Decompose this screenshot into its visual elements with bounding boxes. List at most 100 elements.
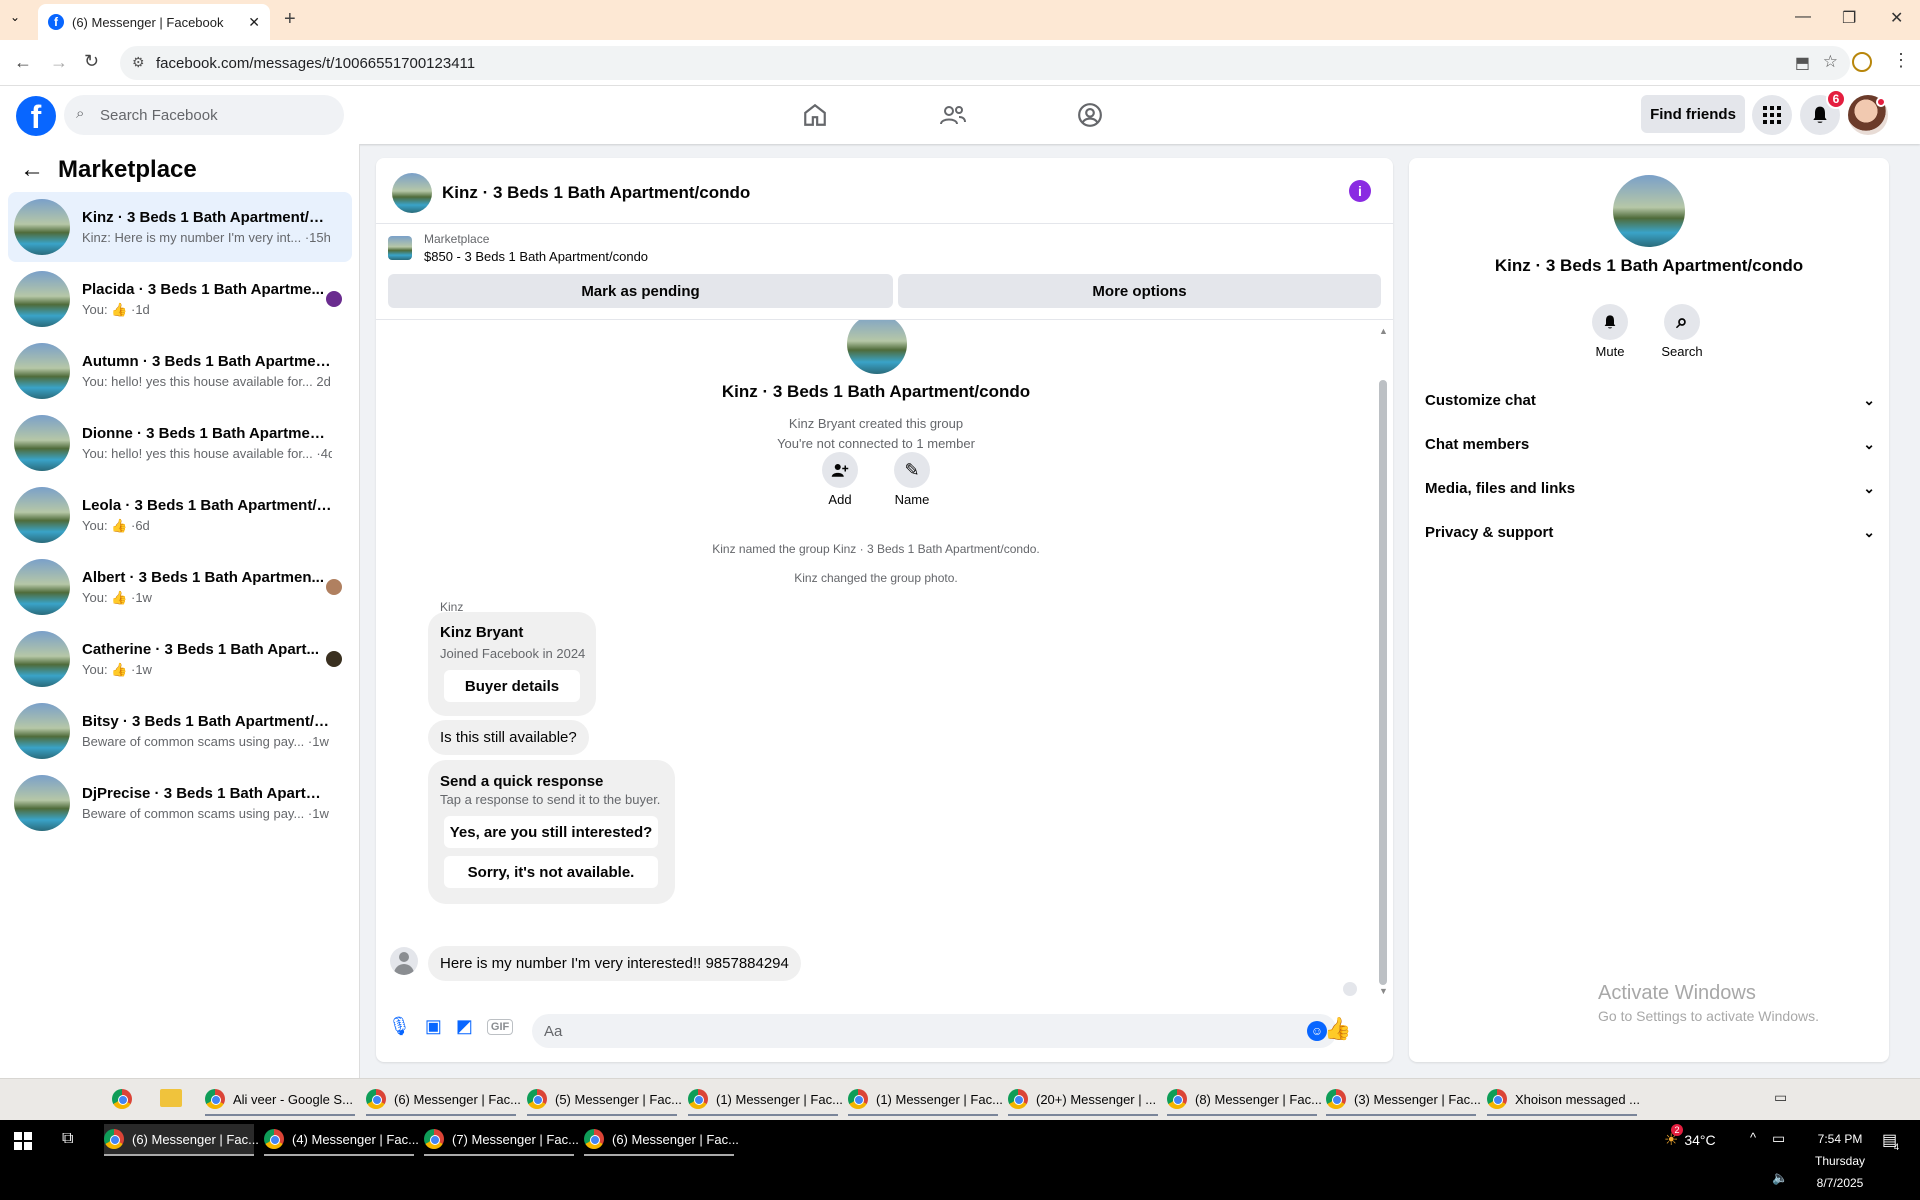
chat-members-row[interactable]: Chat members ⌄ [1425,426,1875,462]
taskbar-window-button[interactable]: (3) Messenger | Fac... [1326,1084,1481,1116]
taskbar-window-button[interactable]: (5) Messenger | Fac... [527,1084,682,1116]
chrome-pinned-icon[interactable] [112,1089,132,1109]
conversation-item[interactable]: Bitsy · 3 Beds 1 Bath Apartment/co... Bew… [8,696,352,766]
photo-icon[interactable]: ▣ [425,1016,442,1037]
taskbar-window-button[interactable]: (8) Messenger | Fac... [1167,1084,1322,1116]
facebook-logo-icon[interactable]: f [16,96,56,136]
search-in-chat-icon[interactable]: ⌕ [1664,304,1700,340]
like-thumb-icon: 👍 [111,301,128,317]
browser-tab[interactable]: f (6) Messenger | Facebook ✕ [38,4,270,40]
file-explorer-icon[interactable] [160,1089,182,1107]
microphone-icon[interactable]: 🎙 [388,1016,411,1037]
sticker-icon[interactable]: ◩ [456,1016,473,1037]
chat-avatar[interactable] [392,173,432,213]
screen-icon[interactable]: ▭ [1774,1089,1787,1106]
taskbar-window-button[interactable]: Ali veer - Google S... [205,1084,355,1116]
profile-icon[interactable] [1852,52,1872,72]
taskbar-window-button[interactable]: (7) Messenger | Fac... [424,1124,579,1156]
mark-as-pending-button[interactable]: Mark as pending [388,274,893,308]
conversation-preview: You: hello! yes this house available for… [82,446,332,461]
mute-bell-icon[interactable] [1592,304,1628,340]
taskbar-window-button[interactable]: (20+) Messenger | ... [1008,1084,1158,1116]
taskbar-window-button[interactable]: (6) Messenger | Fac... [366,1084,521,1116]
window-close-icon[interactable]: ✕ [1890,8,1903,28]
conversation-item[interactable]: Catherine · 3 Beds 1 Bath Apart... You: 👍… [8,624,352,694]
scroll-down-arrow[interactable]: ▼ [1379,986,1388,996]
friends-nav-icon[interactable] [897,96,1009,134]
conversation-text: Bitsy · 3 Beds 1 Bath Apartment/co... Bew… [82,713,332,749]
close-tab-icon[interactable]: ✕ [248,14,260,31]
message-thread: Kinz · 3 Beds 1 Bath Apartment/condo Kin… [376,320,1376,940]
taskbar-window-button[interactable]: (6) Messenger | Fac... [584,1124,739,1156]
conversation-item[interactable]: Leola · 3 Beds 1 Bath Apartment/c... You:… [8,480,352,550]
conversation-item[interactable]: Albert · 3 Beds 1 Bath Apartmen... You: 👍… [8,552,352,622]
conversation-item[interactable]: Placida · 3 Beds 1 Bath Apartme... You: 👍… [8,264,352,334]
quick-response-yes-button[interactable]: Yes, are you still interested? [444,816,658,848]
tray-chevron-icon[interactable]: ^ [1750,1130,1756,1145]
preview-text: You: [82,517,108,533]
task-view-icon[interactable]: ⧉ [62,1130,73,1148]
more-options-button[interactable]: More options [898,274,1381,308]
info-icon[interactable]: i [1349,180,1371,202]
clock[interactable]: 7:54 PM Thursday 8/7/2025 [1800,1128,1880,1194]
menu-grid-icon[interactable] [1752,95,1792,135]
taskbar-window-button[interactable]: (1) Messenger | Fac... [848,1084,1003,1116]
message-input[interactable]: Aa ☺ [532,1014,1337,1048]
site-info-icon[interactable]: ⚙ [132,54,145,71]
reload-icon[interactable]: ↻ [84,51,99,72]
chrome-icon [1167,1089,1187,1109]
home-nav-icon[interactable] [759,96,871,134]
taskbar-window-button[interactable]: (6) Messenger | Fac... [104,1124,259,1156]
system-message: Kinz named the group Kinz · 3 Beds 1 Bat… [712,542,1040,556]
restore-icon[interactable]: ❐ [1842,8,1856,28]
conversation-item[interactable]: Autumn · 3 Beds 1 Bath Apartment... You: … [8,336,352,406]
find-friends-button[interactable]: Find friends [1641,95,1745,133]
taskbar-window-button[interactable]: (1) Messenger | Fac... [688,1084,843,1116]
listing-price[interactable]: $850 - 3 Beds 1 Bath Apartment/condo [424,249,648,264]
media-files-links-row[interactable]: Media, files and links ⌄ [1425,470,1875,506]
forward-icon[interactable]: → [50,52,68,73]
windows-start-icon[interactable] [14,1132,32,1150]
search-facebook-input[interactable]: ⌕ Search Facebook [64,95,344,135]
chat-title[interactable]: Kinz · 3 Beds 1 Bath Apartment/condo [442,183,750,203]
back-arrow-icon[interactable]: ← [20,156,44,184]
privacy-support-row[interactable]: Privacy & support ⌄ [1425,514,1875,550]
tab-title: (6) Messenger | Facebook [72,14,224,30]
divider [376,223,1393,224]
add-member-icon[interactable] [822,452,858,488]
conversation-item[interactable]: DjPrecise · 3 Beds 1 Bath Apartme... Bewa… [8,768,352,838]
quick-response-no-button[interactable]: Sorry, it's not available. [444,856,658,888]
network-icon[interactable]: ▭ [1772,1130,1785,1147]
customize-chat-row[interactable]: Customize chat ⌄ [1425,382,1875,418]
back-icon[interactable]: ← [14,52,32,73]
edit-name-icon[interactable]: ✎ [894,452,930,488]
conversation-item[interactable]: Dionne · 3 Beds 1 Bath Apartment/... You:… [8,408,352,478]
scroll-up-arrow[interactable]: ▲ [1379,326,1388,336]
url-bar[interactable]: ⚙ facebook.com/messages/t/10066551700123… [120,46,1850,80]
browser-menu-icon[interactable]: ⋮ [1892,50,1910,71]
chrome-icon [584,1129,604,1149]
tab-list-icon[interactable]: ⌄ [10,10,20,24]
group-avatar[interactable] [1613,175,1685,247]
taskbar-window-button[interactable]: Xhoison messaged ... [1487,1084,1640,1116]
conversation-text: Albert · 3 Beds 1 Bath Apartmen... You: 👍… [82,569,332,606]
buyer-details-button[interactable]: Buyer details [444,670,580,702]
gif-icon[interactable]: GIF [486,1018,514,1035]
taskbar-window-button[interactable]: (4) Messenger | Fac... [264,1124,419,1156]
taskbar-window-label: (4) Messenger | Fac... [292,1131,419,1147]
preview-text: You: hello! yes this house available for… [82,374,313,389]
install-app-icon[interactable]: ⬒ [1795,53,1810,73]
group-name: Kinz · 3 Beds 1 Bath Apartment/condo [721,382,1031,401]
minimize-icon[interactable]: — [1795,8,1811,26]
conversation-name: Autumn · 3 Beds 1 Bath Apartment... [82,353,332,370]
new-tab-icon[interactable]: + [284,8,296,31]
volume-icon[interactable]: 🔈 [1772,1170,1788,1186]
listing-avatar [14,631,70,687]
activate-windows-watermark: Activate Windows [1598,982,1756,1004]
scrollbar-thumb[interactable] [1379,380,1387,985]
conversation-item[interactable]: Kinz · 3 Beds 1 Bath Apartment/co... Kinz… [8,192,352,262]
taskbar-window-label: (3) Messenger | Fac... [1354,1091,1481,1107]
profile-nav-icon[interactable] [1034,96,1146,134]
bookmark-star-icon[interactable]: ☆ [1823,52,1838,72]
like-thumb-icon[interactable]: 👍 [1324,1016,1351,1042]
